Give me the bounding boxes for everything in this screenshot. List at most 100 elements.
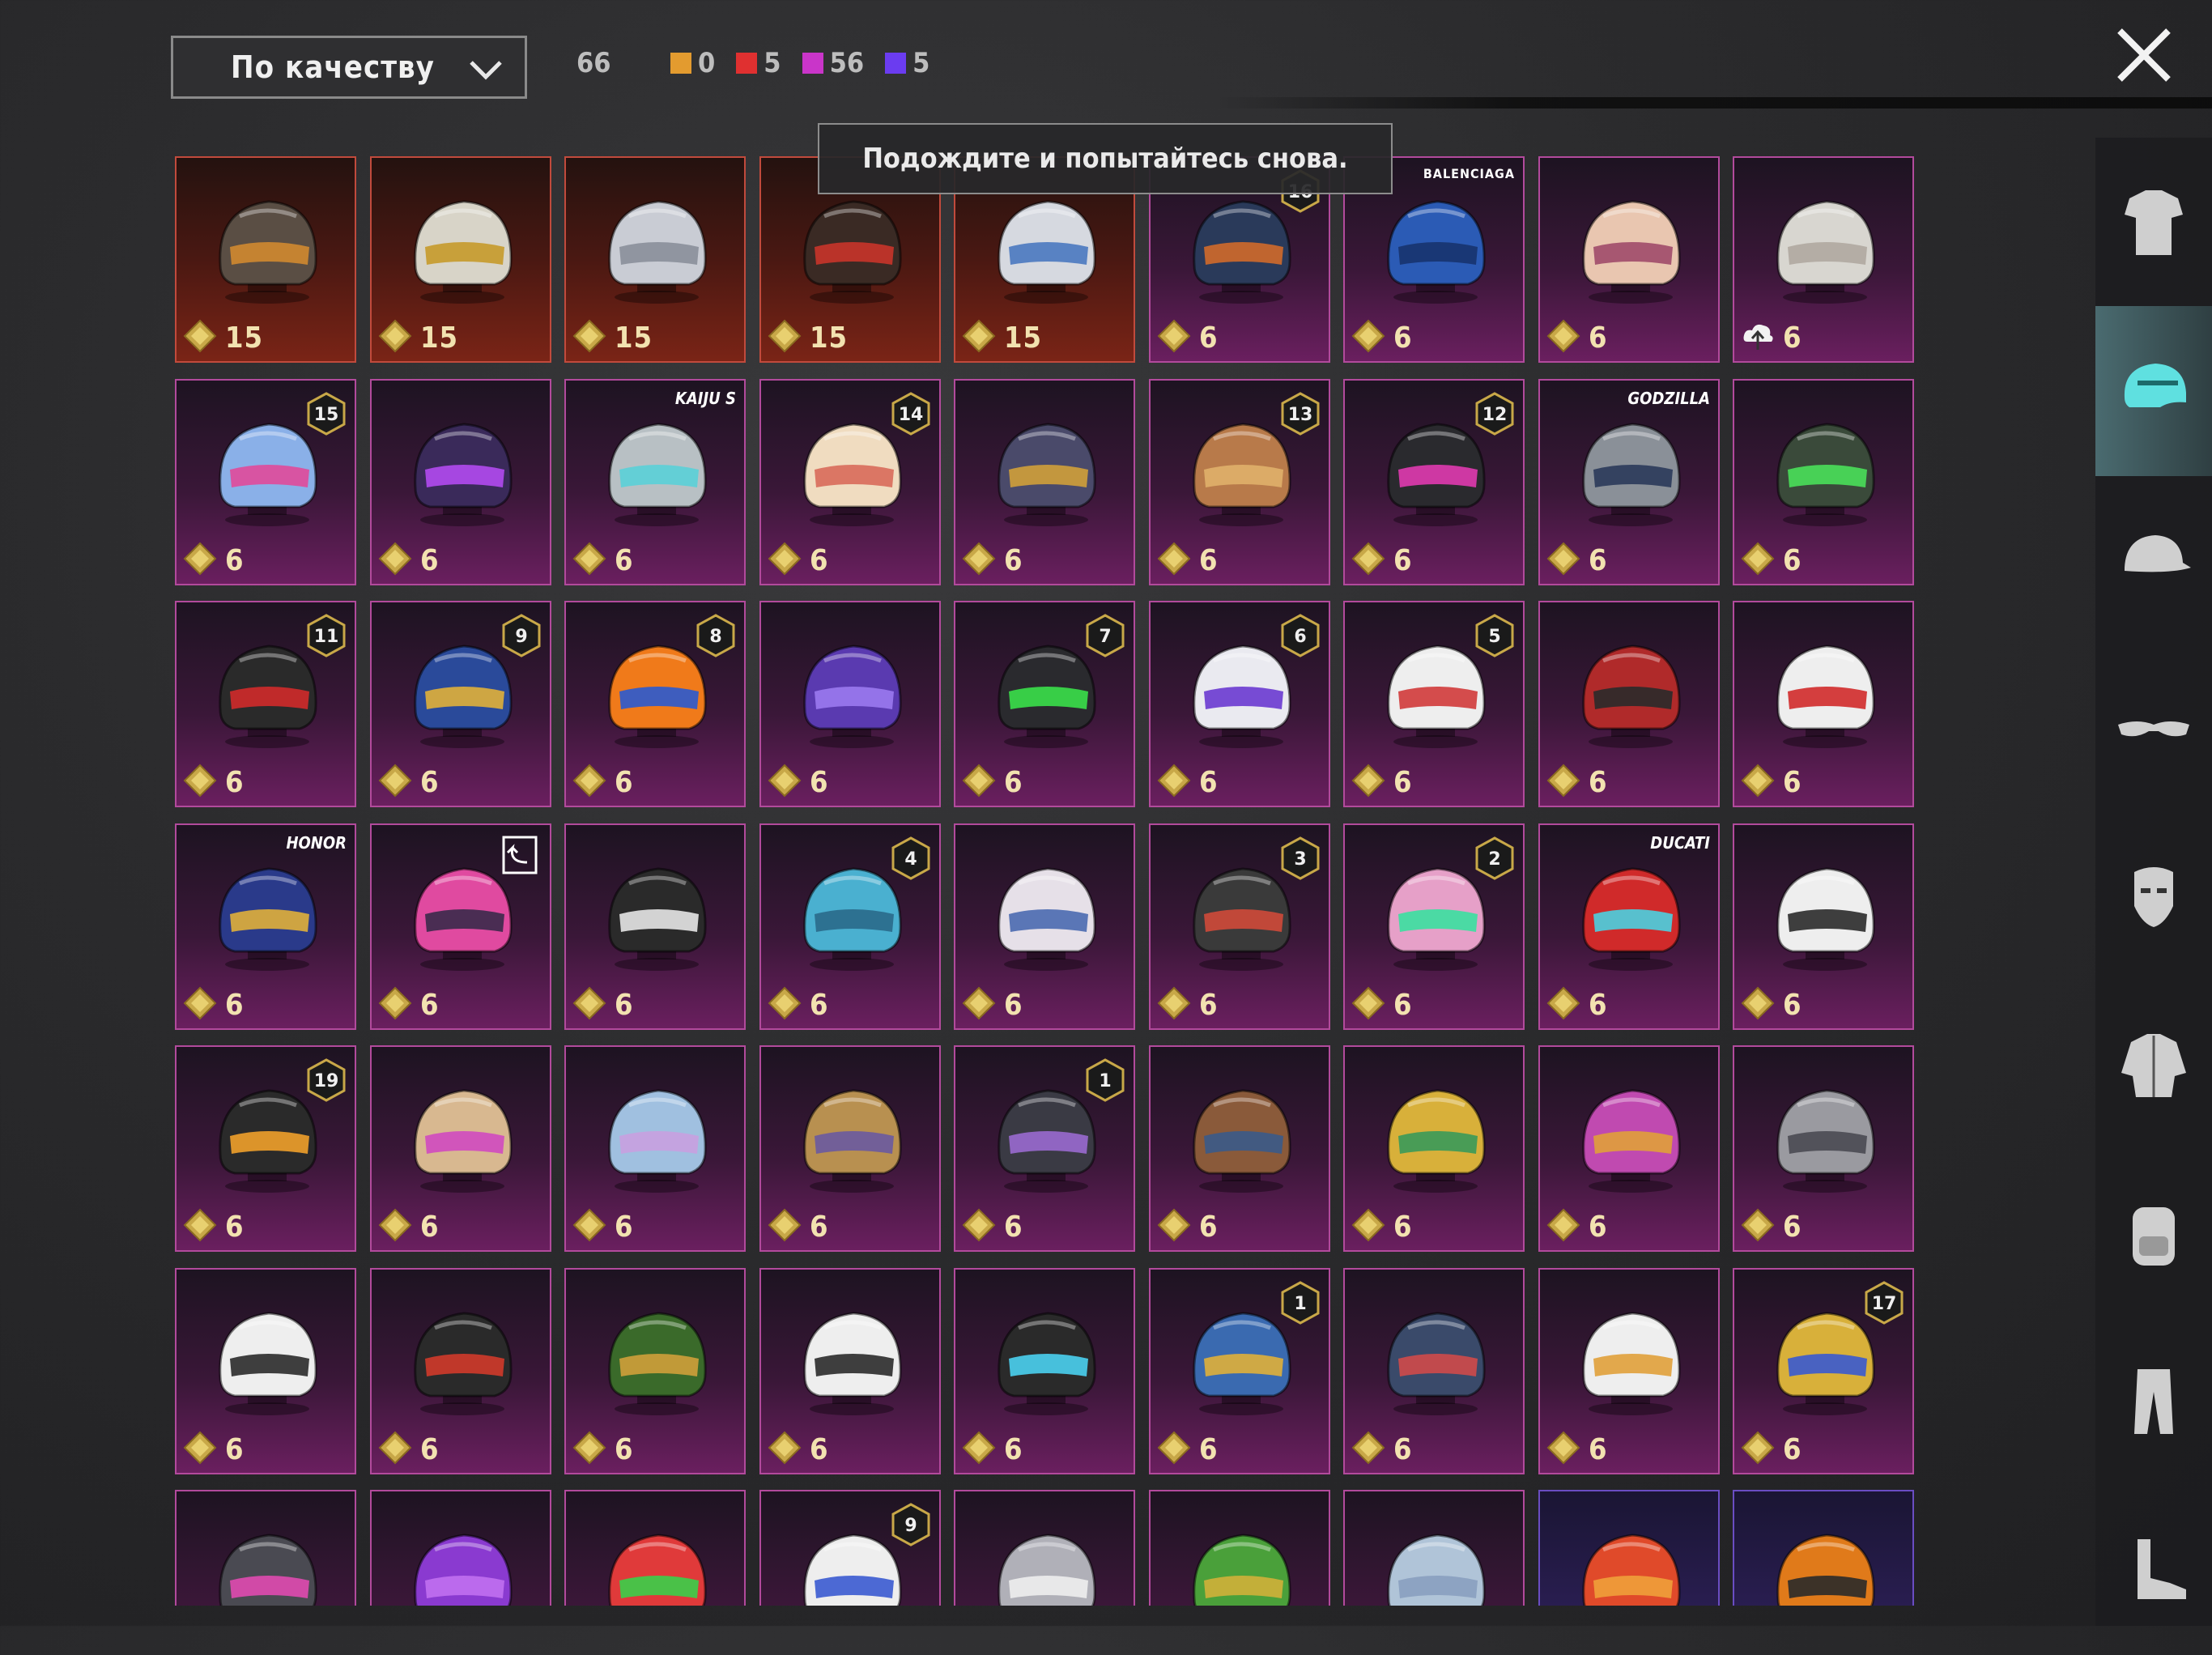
item-price: 6 (1393, 1433, 1413, 1466)
category-tab-pants[interactable] (2095, 1317, 2212, 1487)
currency-icon (1546, 764, 1580, 798)
helmet-item[interactable]: 6 (1733, 379, 1914, 585)
helmet-item[interactable]: 6 (1149, 1045, 1330, 1252)
helmet-item[interactable]: 6 (1538, 601, 1720, 807)
helmet-item[interactable]: 6 (1733, 601, 1914, 807)
currency-icon (768, 542, 802, 576)
level-badge-icon: 15 (307, 392, 346, 436)
helmet-item[interactable] (1538, 1490, 1720, 1606)
helmet-item[interactable]: 6 19 (175, 1045, 356, 1252)
helmet-icon (998, 423, 1096, 526)
helmet-item[interactable] (954, 1490, 1135, 1606)
helmet-item[interactable]: 15 (370, 156, 551, 363)
currency-icon (378, 319, 412, 353)
helmet-item[interactable]: 6 (1538, 1268, 1720, 1474)
category-tab-helmet[interactable] (2095, 306, 2212, 476)
legend-count-pink: 56 (829, 47, 865, 79)
item-price: 6 (810, 544, 829, 577)
helmet-icon (414, 423, 513, 526)
helmet-icon (803, 1312, 902, 1415)
helmet-item[interactable]: 6 7 (954, 601, 1135, 807)
helmet-item[interactable]: 6 HONOR (175, 823, 356, 1030)
item-price: 6 (1783, 544, 1802, 577)
category-tab-shoes[interactable] (2095, 1485, 2212, 1655)
helmet-item[interactable]: 6 (759, 1045, 941, 1252)
currency-icon (572, 1431, 606, 1465)
helmet-item[interactable]: 6 15 (175, 379, 356, 585)
toast-message: Подождите и попытайтесь снова. (818, 123, 1393, 194)
currency-icon (1741, 764, 1775, 798)
category-tab-outfit[interactable] (2095, 138, 2212, 308)
helmet-item[interactable]: 6 8 (564, 601, 746, 807)
helmet-item[interactable]: 6 1 (954, 1045, 1135, 1252)
category-tab-backpack[interactable] (2095, 1148, 2212, 1318)
currency-icon (572, 542, 606, 576)
item-price: 6 (1004, 1210, 1023, 1244)
helmet-item[interactable]: 6 9 (370, 601, 551, 807)
mask-icon (2134, 867, 2173, 927)
helmet-item[interactable]: 6 17 (1733, 1268, 1914, 1474)
helmet-item[interactable] (175, 1490, 356, 1606)
helmet-item[interactable]: 9 (759, 1490, 941, 1606)
helmet-item[interactable]: 15 (564, 156, 746, 363)
helmet-item[interactable]: 6 3 (1149, 823, 1330, 1030)
currency-icon (572, 1208, 606, 1242)
helmet-item[interactable] (1149, 1490, 1330, 1606)
helmet-item[interactable]: 15 (175, 156, 356, 363)
helmet-item[interactable]: 6 (1343, 1045, 1525, 1252)
category-tab-mask[interactable] (2095, 811, 2212, 981)
helmet-item[interactable]: 6 (564, 1045, 746, 1252)
item-price: 6 (1004, 766, 1023, 799)
helmet-item[interactable] (370, 1490, 551, 1606)
helmet-item[interactable]: 6 5 (1343, 601, 1525, 807)
helmet-item[interactable]: 6 (370, 823, 551, 1030)
helmet-icon (608, 1534, 707, 1606)
chevron-down-icon (470, 61, 502, 80)
helmet-item[interactable]: 6 11 (175, 601, 356, 807)
helmet-icon (1582, 1089, 1681, 1193)
helmet-item[interactable]: 6 GODZILLA (1538, 379, 1720, 585)
helmet-item[interactable]: 6 (1733, 823, 1914, 1030)
helmet-item[interactable]: 6 12 (1343, 379, 1525, 585)
category-tab-jacket[interactable] (2095, 980, 2212, 1150)
helmet-icon (803, 200, 902, 304)
helmet-item[interactable]: 6 (370, 1268, 551, 1474)
helmet-item[interactable]: 6 13 (1149, 379, 1330, 585)
helmet-item[interactable]: 6 (370, 1045, 551, 1252)
helmet-item[interactable]: 6 (954, 379, 1135, 585)
svg-text:19: 19 (314, 1071, 339, 1091)
helmet-item[interactable]: 6 (759, 601, 941, 807)
helmet-item[interactable]: 6 DUCATI (1538, 823, 1720, 1030)
helmet-item[interactable]: 6 1 (1149, 1268, 1330, 1474)
helmet-item[interactable]: 6 (954, 1268, 1135, 1474)
item-price: 6 (1393, 321, 1413, 355)
helmet-item[interactable]: 6 (954, 823, 1135, 1030)
helmet-item[interactable] (1343, 1490, 1525, 1606)
helmet-item[interactable]: 6 (1733, 1045, 1914, 1252)
category-tab-hat[interactable] (2095, 474, 2212, 645)
helmet-item[interactable]: 6 6 (1149, 601, 1330, 807)
legend-count-red: 5 (764, 47, 781, 79)
helmet-item[interactable]: 6 (1538, 156, 1720, 363)
helmet-item[interactable] (564, 1490, 746, 1606)
category-tab-glasses[interactable] (2095, 643, 2212, 813)
helmet-item[interactable]: 6 (1733, 156, 1914, 363)
helmet-icon (219, 1534, 317, 1606)
close-icon[interactable] (2112, 23, 2176, 87)
helmet-item[interactable]: 6 (1343, 1268, 1525, 1474)
helmet-item[interactable]: 6 (1538, 1045, 1720, 1252)
helmet-item[interactable]: 6 (564, 1268, 746, 1474)
currency-icon (1351, 1208, 1385, 1242)
helmet-icon (608, 1089, 707, 1193)
helmet-item[interactable]: 6 (759, 1268, 941, 1474)
helmet-item[interactable]: 6 (370, 379, 551, 585)
helmet-item[interactable]: 6 4 (759, 823, 941, 1030)
helmet-item[interactable]: 6 KAIJU S (564, 379, 746, 585)
helmet-item[interactable]: 6 2 (1343, 823, 1525, 1030)
helmet-item[interactable]: 6 (175, 1268, 356, 1474)
helmet-item[interactable]: 6 (564, 823, 746, 1030)
level-badge-icon: 13 (1281, 392, 1320, 436)
helmet-item[interactable]: 6 14 (759, 379, 941, 585)
sort-dropdown[interactable]: По качеству (171, 36, 527, 99)
helmet-item[interactable] (1733, 1490, 1914, 1606)
